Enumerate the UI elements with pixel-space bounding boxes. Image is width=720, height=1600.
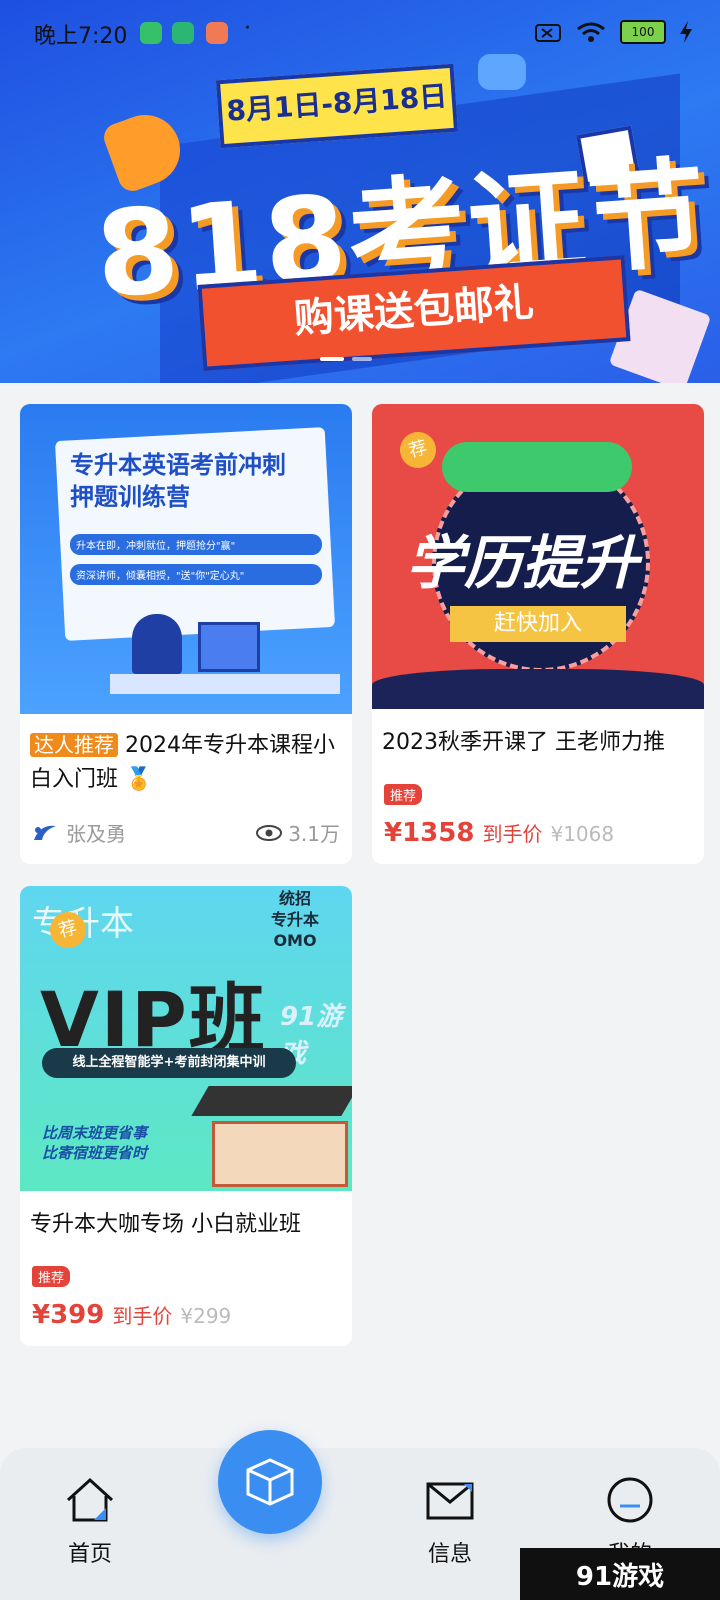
- box-icon: [246, 1458, 294, 1506]
- status-dot: ·: [244, 16, 251, 41]
- omo-line: 专升本: [270, 910, 319, 929]
- thumb-bar: 线上全程智能学+考前封闭集中训: [42, 1048, 296, 1078]
- thumb-headline: 学历提升: [406, 529, 639, 597]
- app-notification-icon: [140, 22, 162, 44]
- price: ¥399: [32, 1300, 105, 1330]
- nav-home[interactable]: 首页: [30, 1476, 150, 1568]
- original-price: ¥1068: [550, 822, 615, 846]
- course-card[interactable]: 专升本英语考前冲刺押题训练营 升本在即，冲刺就位，押题抢分"赢" 资深讲师，倾囊…: [20, 404, 352, 864]
- expert-tag: 达人推荐: [30, 733, 118, 757]
- mail-icon: [426, 1482, 474, 1520]
- status-time: 晚上7:20: [34, 24, 128, 49]
- shop-notification-icon: [206, 22, 228, 44]
- eye-icon: [256, 824, 283, 841]
- nav-home-label: 首页: [67, 1542, 112, 1567]
- course-thumbnail[interactable]: 专升本英语考前冲刺押题训练营 升本在即，冲刺就位，押题抢分"赢" 资深讲师，倾囊…: [20, 404, 352, 714]
- thumb-wave: [372, 669, 704, 709]
- price-row: ¥1358 到手价 ¥1068: [384, 818, 614, 848]
- monitor-icon: [198, 622, 260, 672]
- thumb-clouds: [442, 442, 632, 492]
- course-title: 2023秋季开课了 王老师力推: [382, 730, 665, 755]
- author-logo-icon: [34, 825, 56, 840]
- omo-line: OMO: [273, 931, 317, 950]
- thumb-line: 升本在即，冲刺就位，押题抢分"赢": [70, 534, 322, 555]
- course-thumbnail[interactable]: 学历提升 赶快加入 荐: [372, 404, 704, 709]
- wifi-icon: [577, 22, 605, 42]
- price-label: 到手价: [112, 1304, 173, 1328]
- recommend-badge: 荐: [395, 427, 441, 473]
- recommend-tag: 推荐: [384, 784, 423, 805]
- course-card[interactable]: 学历提升 赶快加入 荐 2023秋季开课了 王老师力推 推荐 ¥1358 到手价…: [372, 404, 704, 864]
- price-row: ¥399 到手价 ¥299: [32, 1300, 231, 1330]
- course-title: 专升本大咖专场 小白就业班: [30, 1212, 301, 1237]
- center-courses-button[interactable]: [218, 1430, 322, 1534]
- view-count: 3.1万: [288, 822, 340, 846]
- banner-dot: [352, 357, 372, 361]
- charging-icon: [680, 21, 692, 43]
- home-icon: [66, 1477, 114, 1522]
- medal-icon: 🏅: [125, 767, 153, 792]
- original-price: ¥299: [180, 1304, 232, 1328]
- sim-off-icon: [535, 24, 561, 42]
- nav-messages-label: 信息: [427, 1542, 472, 1567]
- course-card[interactable]: 专升本 统招 专升本 OMO VIP班 91游戏 线上全程智能学+考前封闭集中训…: [20, 886, 352, 1346]
- nav-messages[interactable]: 信息: [390, 1476, 510, 1568]
- teacher-illustration: [132, 614, 182, 674]
- site-watermark: 91游戏: [520, 1548, 720, 1600]
- thumb-join: 赶快加入: [450, 606, 626, 642]
- thumb-omo: 统招 专升本 OMO: [256, 886, 334, 958]
- recommend-tag: 推荐: [32, 1266, 71, 1287]
- shield-notification-icon: [172, 22, 194, 44]
- author-name: 张及勇: [66, 822, 126, 846]
- author-row: 张及勇 3.1万: [32, 818, 340, 847]
- price: ¥1358: [384, 818, 475, 848]
- battery-indicator: 100: [620, 20, 666, 44]
- thumb-line: 比周末班更省事: [42, 1124, 148, 1142]
- course-thumbnail[interactable]: 专升本 统招 专升本 OMO VIP班 91游戏 线上全程智能学+考前封闭集中训…: [20, 886, 352, 1191]
- omo-line: 统招: [278, 889, 311, 908]
- status-bar: 晚上7:20 · 100: [0, 0, 720, 70]
- desk-illustration: [110, 674, 340, 694]
- thumb-line: 比寄宿班更省时: [42, 1144, 148, 1162]
- profile-icon: [607, 1477, 653, 1523]
- banner-dot-active: [320, 357, 344, 361]
- price-label: 到手价: [482, 822, 543, 846]
- thumb-line: 资深讲师，倾囊相授，"送"你"定心丸": [70, 564, 322, 585]
- thumb-title: 专升本英语考前冲刺押题训练营: [70, 451, 286, 511]
- graduation-cap-icon: [191, 1086, 352, 1116]
- banner-pagination: [320, 357, 372, 361]
- course-title: 达人推荐 2024年专升本课程小白入门班 🏅: [30, 728, 342, 797]
- books-illustration: [212, 1121, 348, 1187]
